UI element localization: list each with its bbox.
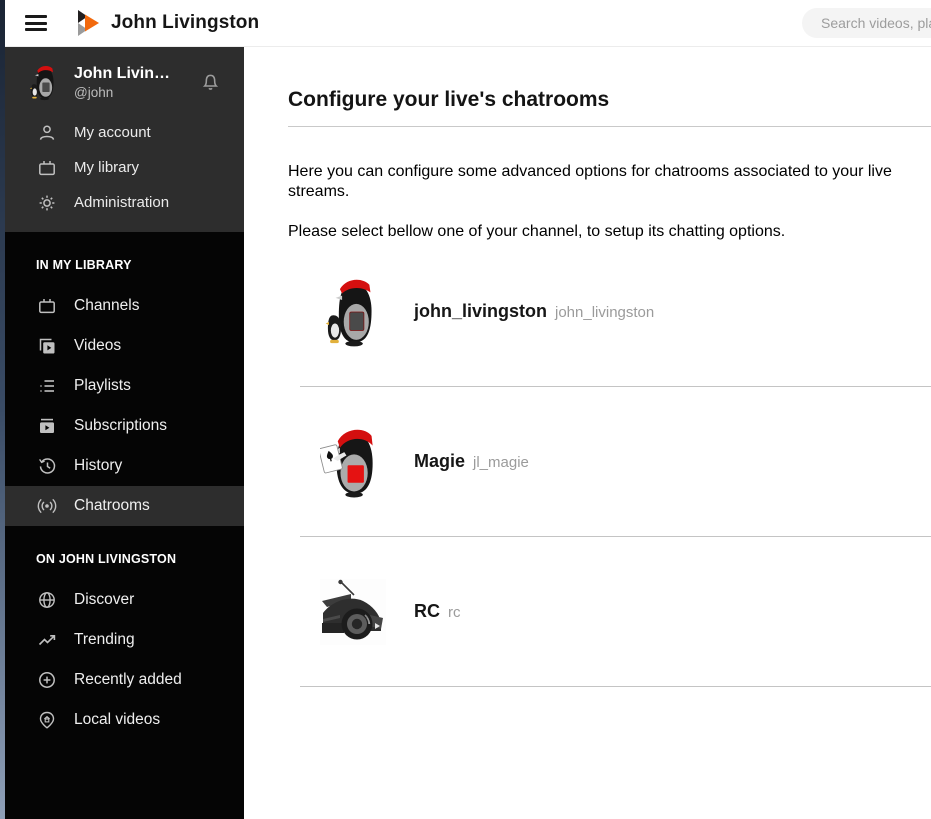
instance-title[interactable]: John Livingston: [111, 12, 259, 34]
channel-row-john-livingston[interactable]: john_livingston john_livingston: [300, 237, 931, 387]
channel-name: Magie: [414, 451, 466, 471]
sidebar-item-channels[interactable]: Channels: [5, 286, 244, 326]
user-display-name: John Livingston: [74, 65, 178, 82]
section-title-in-my-library: IN MY LIBRARY: [36, 258, 132, 272]
sidebar-item-label: Trending: [74, 631, 135, 648]
sidebar-item-label: My account: [74, 124, 151, 141]
top-bar: John Livingston: [5, 0, 931, 47]
user-handle: @john: [74, 85, 114, 100]
globe-icon: [39, 592, 55, 608]
sidebar-item-label: Recently added: [74, 671, 182, 688]
channel-handle: jl_magie: [473, 454, 529, 471]
sidebar-item-label: Videos: [74, 337, 122, 354]
trending-up-icon: [38, 635, 56, 646]
sidebar-item-discover[interactable]: Discover: [5, 580, 244, 620]
playlist-icon: [40, 380, 54, 392]
sidebar: John Livingston @john My account M: [5, 47, 244, 819]
channel-name: john_livingston: [414, 301, 547, 321]
history-clock-icon: [39, 458, 56, 474]
sidebar-item-label: My library: [74, 159, 140, 176]
home-pin-icon: [39, 711, 55, 729]
sidebar-item-label: Chatrooms: [74, 497, 150, 514]
notifications-bell-icon[interactable]: [199, 70, 222, 95]
broadcast-icon: [37, 499, 57, 513]
sidebar-item-label: Playlists: [74, 377, 131, 394]
person-icon: [39, 124, 55, 140]
channel-row-rc[interactable]: RC rc: [300, 537, 931, 687]
search-input[interactable]: [802, 8, 931, 38]
sidebar-item-label: History: [74, 457, 123, 474]
intro-paragraph-1: Here you can configure some advanced opt…: [288, 163, 892, 200]
sidebar-item-label: Administration: [74, 194, 170, 211]
sidebar-item-local-videos[interactable]: Local videos: [5, 700, 244, 740]
logged-in-user[interactable]: John Livingston @john: [5, 47, 244, 115]
gear-icon: [39, 195, 55, 210]
channel-avatar: [325, 279, 372, 346]
sidebar-item-videos[interactable]: Videos: [5, 326, 244, 366]
channel-avatar: [320, 578, 386, 645]
channel-handle: john_livingston: [555, 304, 655, 321]
channel-name: RC: [414, 601, 440, 621]
sidebar-item-playlists[interactable]: Playlists: [5, 366, 244, 406]
channel-avatar: [320, 429, 373, 497]
sidebar-item-administration[interactable]: Administration: [5, 185, 244, 220]
sidebar-item-trending[interactable]: Trending: [5, 620, 244, 660]
subscriptions-icon: [40, 418, 54, 433]
user-avatar: [29, 65, 54, 101]
window-edge-strip: [0, 0, 5, 819]
channel-list: john_livingston john_livingston Magie jl…: [300, 237, 931, 687]
sidebar-item-my-library[interactable]: My library: [5, 150, 244, 185]
video-library-icon: [39, 338, 55, 354]
sidebar-item-recently-added[interactable]: Recently added: [5, 660, 244, 700]
sidebar-item-label: Discover: [74, 591, 135, 608]
sidebar-item-label: Local videos: [74, 711, 161, 728]
channel-row-magie[interactable]: Magie jl_magie: [300, 387, 931, 537]
sidebar-item-subscriptions[interactable]: Subscriptions: [5, 406, 244, 446]
user-menu-block: John Livingston @john My account M: [5, 47, 244, 232]
plus-circle-icon: [39, 672, 55, 688]
sidebar-item-my-account[interactable]: My account: [5, 115, 244, 150]
section-title-on-instance: ON JOHN LIVINGSTON: [36, 552, 177, 566]
sidebar-item-label: Subscriptions: [74, 417, 168, 434]
peertube-logo-icon[interactable]: [78, 10, 99, 36]
sidebar-item-history[interactable]: History: [5, 446, 244, 486]
tv-icon: [39, 299, 55, 314]
sidebar-item-chatrooms[interactable]: Chatrooms: [5, 486, 244, 526]
main-content: Configure your live's chatrooms Here you…: [244, 47, 931, 819]
channel-handle: rc: [448, 604, 461, 621]
title-divider: [288, 126, 931, 127]
menu-toggle-icon[interactable]: [25, 15, 47, 31]
page-title: Configure your live's chatrooms: [288, 88, 610, 111]
sidebar-item-label: Channels: [74, 297, 140, 314]
tv-icon: [39, 160, 55, 175]
